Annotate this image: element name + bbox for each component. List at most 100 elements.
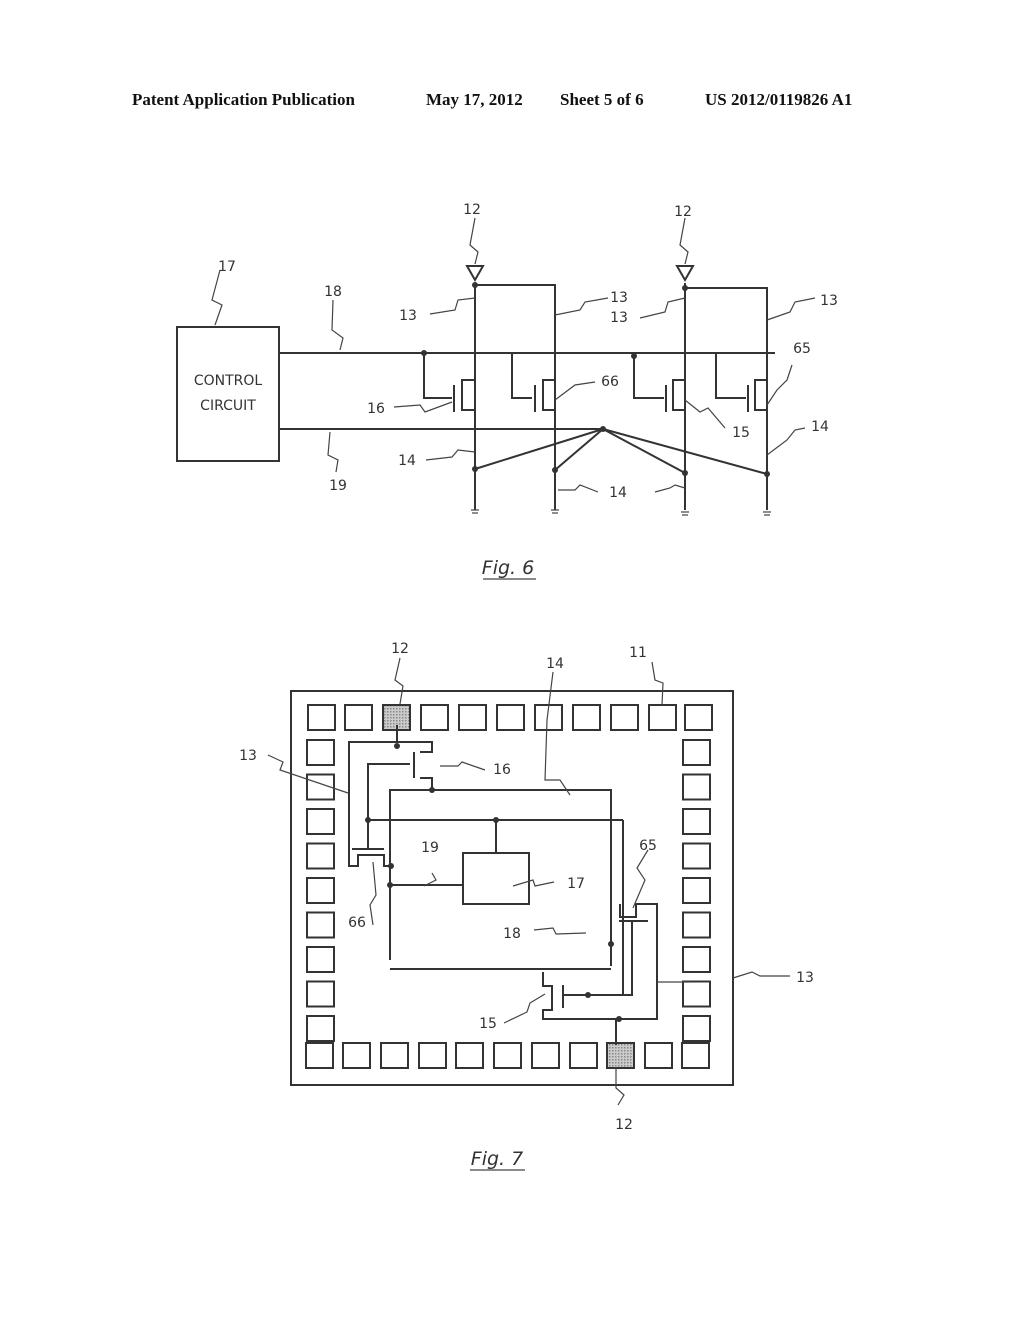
junction <box>616 1016 622 1022</box>
label-15: 15 <box>479 1016 497 1032</box>
pad <box>455 1042 484 1069</box>
junction <box>421 350 427 356</box>
pad <box>682 739 711 766</box>
pad <box>682 877 711 904</box>
pad <box>681 1042 710 1069</box>
control-circuit-block <box>462 852 530 905</box>
junction <box>394 743 400 749</box>
label-14: 14 <box>546 656 564 672</box>
junction <box>388 863 394 869</box>
junction <box>387 882 393 888</box>
gate-wire-16 <box>423 353 452 399</box>
label-16: 16 <box>367 401 385 417</box>
control-circuit-block <box>176 326 280 462</box>
label-14-a: 14 <box>398 453 416 469</box>
junction <box>552 467 558 473</box>
label-19: 19 <box>329 478 347 494</box>
transistor-15-channel <box>672 379 685 411</box>
pad <box>418 1042 447 1069</box>
pad <box>682 1015 711 1042</box>
label-65: 65 <box>793 341 811 357</box>
label-16: 16 <box>493 762 511 778</box>
terminal-12-b-icon <box>675 265 695 283</box>
gate-wire-66 <box>511 353 532 399</box>
label-66: 66 <box>348 915 366 931</box>
transistor-66-channel <box>542 379 555 411</box>
label-14-b: 14 <box>609 485 627 501</box>
pad <box>531 1042 560 1069</box>
pad <box>420 704 449 731</box>
label-12-top: 12 <box>391 641 409 657</box>
pad <box>610 704 639 731</box>
pad <box>648 704 677 731</box>
pad <box>306 808 335 835</box>
junction <box>429 787 435 793</box>
label-13-right: 13 <box>796 970 814 986</box>
junction <box>608 941 614 947</box>
ground-icons <box>471 509 771 516</box>
label-12-a: 12 <box>463 202 481 218</box>
junction <box>585 992 591 998</box>
junction <box>600 426 606 432</box>
label-66: 66 <box>601 374 619 390</box>
wire-14-c <box>602 428 686 474</box>
label-13-a: 13 <box>399 308 417 324</box>
junction <box>682 470 688 476</box>
label-18: 18 <box>503 926 521 942</box>
fig7-caption: Fig. 7 <box>471 1148 523 1170</box>
transistor-16-drain <box>397 741 433 753</box>
pad <box>682 808 711 835</box>
control-circuit-text-2: CIRCUIT <box>200 398 256 414</box>
label-15: 15 <box>732 425 750 441</box>
pad <box>306 1015 335 1042</box>
fig6-leader-lines <box>211 217 816 493</box>
chip-outline <box>290 690 734 1086</box>
pad <box>458 704 487 731</box>
label-17: 17 <box>567 876 585 892</box>
terminal-pad-12 <box>606 1042 635 1069</box>
pad <box>306 842 335 870</box>
junction <box>682 285 688 291</box>
fig6-schematic: CONTROL CIRCUIT 17 18 19 12 12 13 13 13 … <box>176 202 838 580</box>
gate-wire-15-65 <box>563 921 633 996</box>
junction <box>365 817 371 823</box>
label-12-b: 12 <box>674 204 692 220</box>
label-65: 65 <box>639 838 657 854</box>
wire-14-a <box>474 428 604 470</box>
pad <box>305 1042 334 1069</box>
junction <box>472 282 478 288</box>
wire-14-b <box>554 428 604 471</box>
gate-wire-15 <box>633 353 664 399</box>
fig6-caption: Fig. 6 <box>482 557 534 579</box>
pad <box>682 946 711 973</box>
transistor-16-channel <box>461 379 475 411</box>
pad <box>493 1042 522 1069</box>
terminal-12-a-icon <box>465 265 485 283</box>
pad <box>344 704 373 731</box>
label-11: 11 <box>629 645 647 661</box>
pad <box>342 1042 371 1069</box>
pad <box>306 946 335 973</box>
control-circuit-text-1: CONTROL <box>194 373 263 389</box>
pad <box>306 739 335 766</box>
fig7-layout: 12 11 14 13 16 66 19 17 18 65 15 13 12 F… <box>239 641 814 1171</box>
pad <box>682 980 711 1008</box>
label-18: 18 <box>324 284 342 300</box>
label-13-b: 13 <box>610 290 628 306</box>
pad <box>306 877 335 904</box>
pad <box>306 911 335 939</box>
label-19: 19 <box>421 840 439 856</box>
junction <box>764 471 770 477</box>
transistor-65-channel <box>754 379 767 411</box>
label-14-c: 14 <box>811 419 829 435</box>
label-13-d: 13 <box>820 293 838 309</box>
pad <box>644 1042 673 1069</box>
pad <box>380 1042 409 1069</box>
label-12-bottom: 12 <box>615 1117 633 1133</box>
patent-drawing: CONTROL CIRCUIT 17 18 19 12 12 13 13 13 … <box>176 202 838 1171</box>
junction <box>493 817 499 823</box>
pad <box>684 704 713 731</box>
label-13-left: 13 <box>239 748 257 764</box>
label-17: 17 <box>218 259 236 275</box>
pad <box>682 773 711 801</box>
